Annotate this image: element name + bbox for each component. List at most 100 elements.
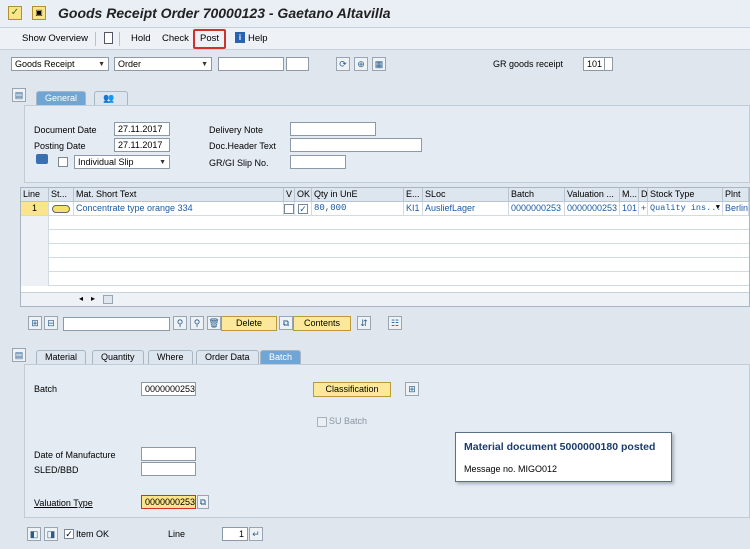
cell-movement[interactable]: 101 [620,202,639,216]
cell-qty[interactable]: 80,000 [312,202,404,216]
order-item-input[interactable] [286,57,309,71]
col-header-batch[interactable]: Batch [509,188,565,202]
print-checkbox[interactable] [58,157,68,167]
trash-icon[interactable]: 🗑 [207,316,221,330]
post-button[interactable]: Post [193,29,227,49]
tab-general[interactable]: General [36,91,87,105]
movement-type-indicator[interactable] [604,57,613,71]
find-icon[interactable]: ⚲ [173,316,187,330]
item-search-input[interactable] [63,317,170,331]
show-overview-button[interactable]: Show Overview [22,31,88,47]
empty-row [21,230,749,244]
classification-button[interactable]: Classification [313,382,391,397]
delete-button[interactable]: Delete [221,316,277,331]
col-header-mat-short-text[interactable]: Mat. Short Text [74,188,284,202]
cell-sloc[interactable]: AusliefLager [423,202,509,216]
ok-checkbox[interactable]: ✓ [298,204,308,214]
col-header-stock-type[interactable]: Stock Type [648,188,723,202]
col-header-valuation[interactable]: Valuation ... [565,188,620,202]
order-number-input[interactable] [218,57,284,71]
sled-input[interactable] [141,462,196,476]
col-header-d[interactable]: D [639,188,648,202]
date-of-manufacture-input[interactable] [141,447,196,461]
toolbar-separator [95,32,96,46]
su-batch-checkbox[interactable] [317,417,327,427]
scroll-thumb[interactable] [103,295,113,304]
checkmark-icon[interactable]: ✓ [8,6,22,20]
find-next-icon[interactable]: ⚲ [190,316,204,330]
slip-type-select[interactable]: Individual Slip [74,155,170,169]
previous-item-icon[interactable]: ◧ [27,527,41,541]
date-of-manufacture-label: Date of Manufacture [34,450,116,460]
delivery-note-input[interactable] [290,122,376,136]
table-row[interactable]: 1 Concentrate type orange 334 ✓ 80,000 K… [21,202,749,216]
copy-icon[interactable]: ⧉ [279,316,293,330]
doc-header-text-label: Doc.Header Text [209,141,276,151]
execute-icon[interactable]: ⟳ [336,57,350,71]
new-document-icon[interactable] [104,32,113,44]
tab-partner[interactable]: 👥 [94,91,128,105]
horizontal-scrollbar[interactable]: ◂ ▸ [21,292,749,306]
header-toggle-icon[interactable]: ▤ [12,88,26,102]
value-help-icon[interactable]: ⧉ [197,495,209,509]
detail-toggle-icon[interactable]: ▤ [12,348,26,362]
cell-valuation[interactable]: 0000000253 [565,202,620,216]
hold-button[interactable]: Hold [131,31,151,47]
tab-where[interactable]: Where [148,350,193,364]
info-icon[interactable]: i [235,32,245,43]
tab-material[interactable]: Material [36,350,87,364]
table-icon[interactable]: ▦ [372,57,386,71]
col-header-plant[interactable]: Plnt [723,188,749,202]
deselect-all-icon[interactable]: ⊟ [44,316,58,330]
gr-gi-slip-label: GR/GI Slip No. [209,158,269,168]
cell-d[interactable]: + [639,202,648,216]
col-header-ok[interactable]: OK [295,188,312,202]
printer-icon[interactable] [36,154,48,164]
posting-date-input[interactable]: 27.11.2017 [114,138,170,152]
cell-mat-short-text[interactable]: Concentrate type orange 334 [74,202,284,216]
item-ok-checkbox[interactable]: ✓ [64,529,74,539]
message-popup[interactable]: Material document 5000000180 posted Mess… [455,432,672,482]
gr-gi-slip-input[interactable] [290,155,346,169]
settings-icon[interactable]: ☷ [388,316,402,330]
save-icon[interactable]: ▣ [32,6,46,20]
go-to-line-icon[interactable]: ↵ [249,527,263,541]
batch-input[interactable]: 0000000253 [141,382,196,396]
line-input[interactable]: 1 [222,527,248,541]
col-header-sloc[interactable]: SLoc [423,188,509,202]
scroll-left-icon[interactable]: ◂ [79,294,83,303]
cell-line[interactable]: 1 [21,202,49,216]
col-header-v[interactable]: V [284,188,295,202]
batch-details-icon[interactable]: ⊞ [405,382,419,396]
cell-plant[interactable]: Berlin [723,202,749,216]
empty-row [21,272,749,286]
col-header-qty[interactable]: Qty in UnE [312,188,404,202]
movement-type-input[interactable]: 101 [583,57,605,71]
select-all-icon[interactable]: ⊞ [28,316,42,330]
tab-order-data[interactable]: Order Data [196,350,259,364]
v-checkbox[interactable] [284,204,294,214]
valuation-type-input[interactable]: 0000000253 [141,495,196,509]
next-item-icon[interactable]: ◨ [44,527,58,541]
cell-stock-type[interactable]: Quality ins... ▼ [648,202,723,216]
tab-batch[interactable]: Batch [260,350,302,364]
check-button[interactable]: Check [162,31,189,47]
sync-icon[interactable]: ⇵ [357,316,371,330]
scroll-right-icon[interactable]: ▸ [91,294,95,303]
reference-document-select[interactable]: Order [114,57,212,71]
col-header-unit[interactable]: E... [404,188,423,202]
action-select[interactable]: Goods Receipt [11,57,109,71]
col-header-movement[interactable]: M... [620,188,639,202]
col-header-status[interactable]: St... [49,188,74,202]
contents-button[interactable]: Contents [293,316,351,331]
search-help-icon[interactable]: ⊕ [354,57,368,71]
cell-unit[interactable]: KI1 [404,202,423,216]
dropdown-arrow-icon[interactable]: ▼ [716,202,720,215]
cell-batch[interactable]: 0000000253 [509,202,565,216]
tab-quantity[interactable]: Quantity [92,350,144,364]
people-icon: 👥 [103,93,115,103]
help-button[interactable]: Help [248,31,268,47]
document-date-input[interactable]: 27.11.2017 [114,122,170,136]
col-header-line[interactable]: Line [21,188,49,202]
doc-header-text-input[interactable] [290,138,422,152]
